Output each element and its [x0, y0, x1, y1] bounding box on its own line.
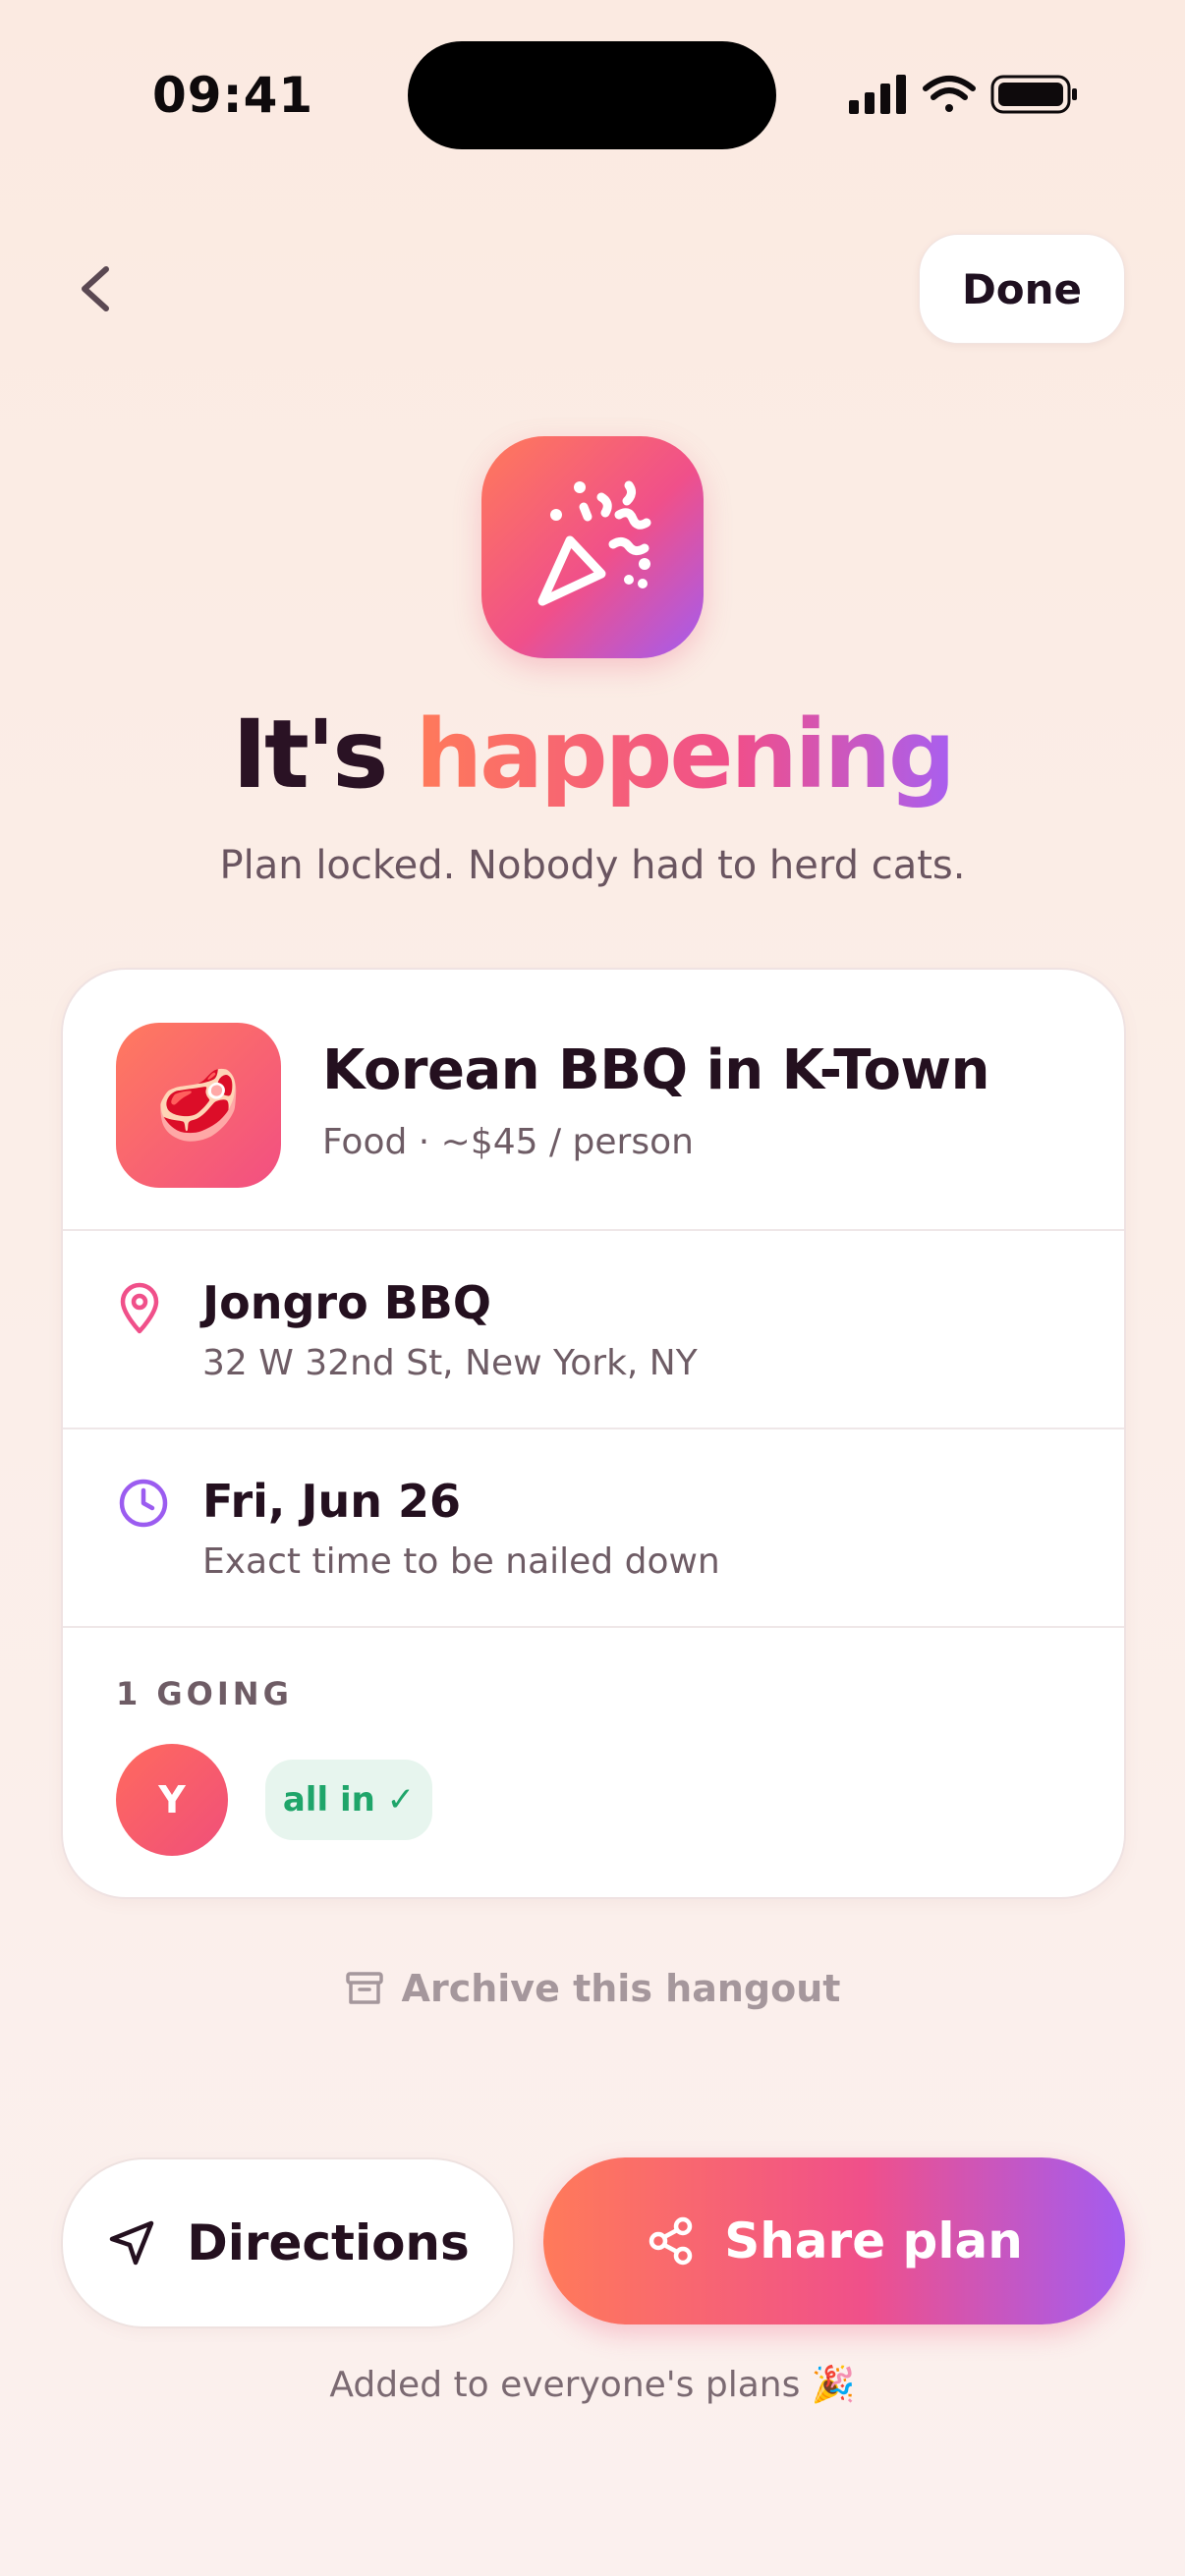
archive-label: Archive this hangout	[401, 1967, 841, 2010]
archive-button[interactable]: Archive this hangout	[0, 1967, 1185, 2010]
going-count: 1 GOING	[116, 1675, 293, 1712]
status-icons	[849, 75, 1077, 114]
divider	[63, 1229, 1124, 1231]
party-popper-icon	[537, 480, 651, 606]
directions-label: Directions	[187, 2214, 470, 2271]
plan-card: 🥩 Korean BBQ in K-Town Food · ~$45 / per…	[61, 968, 1126, 1899]
chevron-left-icon[interactable]	[71, 259, 120, 318]
battery-icon	[990, 75, 1077, 114]
share-plan-button[interactable]: Share plan	[543, 2157, 1125, 2324]
clock-icon	[119, 1479, 168, 1528]
done-button[interactable]: Done	[919, 234, 1125, 344]
footer-note: Added to everyone's plans 🎉	[329, 2365, 856, 2405]
headline-accent: happening	[415, 700, 956, 810]
divider	[63, 1428, 1124, 1429]
divider	[63, 1626, 1124, 1628]
wifi-icon	[923, 76, 976, 112]
directions-button[interactable]: Directions	[61, 2157, 515, 2328]
map-pin-icon	[120, 1282, 159, 1334]
share-label: Share plan	[724, 2212, 1023, 2269]
page-subtitle: Plan locked. Nobody had to herd cats.	[219, 843, 966, 888]
archive-box-icon	[345, 1972, 383, 2004]
plan-time-note: Exact time to be nailed down	[202, 1541, 720, 1582]
app-icon	[481, 436, 704, 658]
status-time: 09:41	[152, 67, 314, 124]
avatar[interactable]: Y	[116, 1744, 228, 1856]
share-nodes-icon	[649, 2216, 693, 2266]
food-category-icon: 🥩	[116, 1023, 281, 1188]
plan-subtitle: Food · ~$45 / person	[322, 1122, 694, 1162]
plan-date: Fri, Jun 26	[202, 1475, 462, 1528]
location-name: Jongro BBQ	[202, 1276, 491, 1329]
plan-title: Korean BBQ in K-Town	[322, 1038, 990, 1102]
signal-icon	[849, 75, 906, 114]
status-badge: all in ✓	[265, 1760, 432, 1840]
navigation-arrow-icon	[109, 2220, 154, 2266]
location-address: 32 W 32nd St, New York, NY	[202, 1343, 698, 1383]
page-title: It's happening	[0, 700, 1185, 810]
headline-prefix: It's	[232, 700, 416, 810]
dynamic-island	[408, 41, 776, 149]
steak-icon: 🥩	[155, 1064, 242, 1146]
